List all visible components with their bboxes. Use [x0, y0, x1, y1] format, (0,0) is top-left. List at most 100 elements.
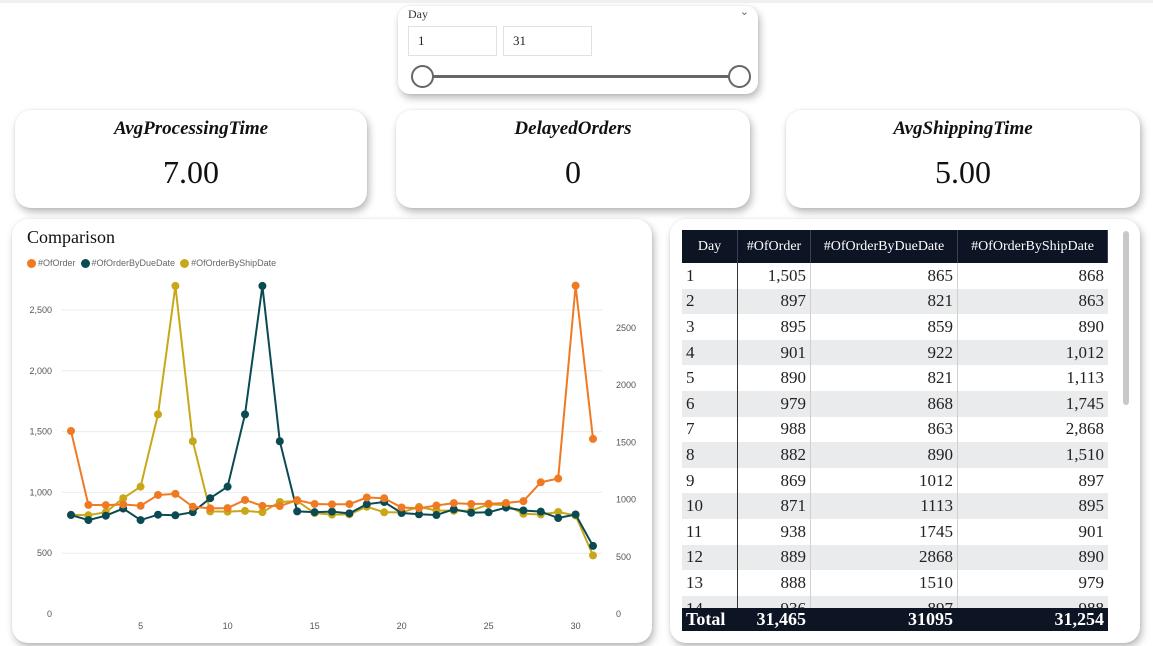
table-row[interactable]: 5 890 821 1,113	[682, 365, 1108, 391]
table-row[interactable]: 10 871 1113 895	[682, 493, 1108, 519]
chevron-down-icon[interactable]: ⌄	[740, 5, 749, 18]
table-row[interactable]: 1 1,505 865 868	[682, 263, 1108, 289]
table-body: 1 1,505 865 868 2 897 821 863 3 895 859 890 4 901 922 1…	[682, 263, 1108, 619]
table-cell: 821	[811, 365, 958, 391]
data-point	[136, 501, 145, 510]
data-point	[571, 281, 580, 290]
table-cell: 890	[1078, 547, 1105, 567]
table-cell: 821	[811, 288, 958, 315]
data-point	[467, 508, 476, 517]
comparison-line-chart[interactable]: 0 500 1,000 1,500 2,000 2,500 0 500 1000 1500 2000…	[12, 219, 652, 643]
day-slicer[interactable]: Day ⌄	[398, 5, 758, 94]
legend-marker-icon	[27, 258, 36, 268]
data-point	[328, 500, 336, 509]
y-right-tick-label: 500	[616, 552, 631, 562]
slider-max-handle[interactable]	[728, 65, 751, 88]
slicer-to-input[interactable]	[503, 26, 592, 56]
table-cell: 5	[682, 365, 738, 391]
y-left-tick-label: 1,000	[29, 487, 52, 497]
kpi-title: AvgProcessingTime	[113, 118, 269, 139]
table-row[interactable]: 4 901 922 1,012	[682, 339, 1108, 366]
data-point	[101, 501, 110, 510]
data-point	[154, 490, 162, 499]
table-row[interactable]: 2 897 821 863	[682, 288, 1108, 315]
kpi-value: 5.00	[935, 154, 991, 190]
data-point	[432, 501, 441, 510]
x-tick-label: 15	[310, 621, 320, 631]
x-tick-label: 5	[138, 621, 143, 631]
data-point	[154, 410, 162, 419]
table-scrollbar[interactable]	[1123, 231, 1129, 405]
table-cell: 865	[811, 263, 958, 289]
table-row[interactable]: 9 869 1012 897	[682, 467, 1108, 494]
y-right-tick-label: 0	[616, 609, 621, 619]
table-cell: 11	[682, 518, 738, 545]
table-cell: 890	[811, 442, 958, 468]
data-point	[241, 506, 249, 515]
column-header[interactable]: #OfOrderByDueDate	[811, 230, 958, 263]
column-header[interactable]: #OfOrder	[738, 230, 811, 263]
data-point	[136, 516, 145, 525]
data-point	[206, 494, 215, 503]
data-point	[310, 499, 319, 508]
column-header[interactable]: #OfOrderByShipDate	[958, 230, 1108, 263]
data-point	[589, 551, 597, 560]
comparison-chart-card: 0 500 1,000 1,500 2,000 2,500 0 500 1000 1500 2000…	[12, 219, 652, 643]
y-left-tick-label: 2,000	[29, 366, 52, 376]
table-row[interactable]: 8 882 890 1,510	[682, 442, 1108, 468]
total-cell: 31,465	[738, 608, 811, 631]
data-point	[571, 510, 580, 519]
data-point	[154, 510, 162, 519]
data-point	[589, 541, 597, 550]
legend-label: #OfOrder	[38, 258, 76, 268]
series-line	[70, 285, 594, 510]
y-right-tick-label: 1000	[616, 495, 636, 505]
table-row[interactable]: 7 988 863 2,868	[682, 416, 1108, 443]
orders-table: Day #OfOrder #OfOrderByDueDate #OfOrderB…	[682, 230, 1108, 619]
x-tick-label: 25	[484, 621, 494, 631]
table-header: Day #OfOrder #OfOrderByDueDate #OfOrderB…	[682, 230, 1108, 263]
y-right-tick-label: 1500	[616, 437, 636, 447]
top-divider	[0, 0, 1153, 3]
data-point	[397, 503, 406, 512]
table-cell: 6	[682, 390, 738, 417]
table-cell: 868	[1078, 265, 1105, 285]
table-cell: 3	[682, 314, 738, 340]
data-point	[328, 507, 336, 516]
table-row[interactable]: 11 938 1745 901	[682, 518, 1108, 545]
table-row[interactable]: 3 895 859 890	[682, 314, 1108, 340]
table-row[interactable]: 6 979 868 1,745	[682, 390, 1108, 417]
data-point	[536, 507, 545, 516]
data-point	[84, 500, 93, 509]
table-cell: 988	[738, 416, 811, 443]
legend-item-order[interactable]: #OfOrder	[27, 258, 76, 268]
table-cell: 869	[738, 467, 811, 494]
table-cell: 13	[682, 570, 738, 596]
data-point	[258, 281, 267, 290]
table-row[interactable]: 13 888 1510 979	[682, 570, 1108, 596]
legend-label: #OfOrderByShipDate	[191, 258, 277, 268]
column-header[interactable]: Day	[682, 230, 738, 263]
slider-track[interactable]	[422, 75, 740, 78]
data-point	[136, 482, 145, 491]
table-cell: 4	[682, 339, 738, 366]
table-cell: 888	[738, 570, 811, 596]
table-cell: 938	[738, 518, 811, 545]
table-cell: 979	[1078, 572, 1105, 592]
total-label: Total	[682, 608, 738, 631]
kpi-value: 7.00	[163, 154, 219, 190]
table-cell: 9	[682, 467, 738, 494]
table-cell: 863	[1078, 291, 1105, 311]
slider-min-handle[interactable]	[411, 65, 434, 88]
table-cell: 868	[811, 390, 958, 417]
data-point	[519, 506, 528, 515]
data-point	[554, 474, 563, 483]
table-row[interactable]: 12 889 2868 890	[682, 544, 1108, 571]
slicer-from-input[interactable]	[408, 26, 497, 56]
data-point	[258, 501, 267, 510]
legend-item-ship[interactable]: #OfOrderByShipDate	[180, 258, 276, 268]
legend-item-due[interactable]: #OfOrderByDueDate	[80, 258, 175, 268]
table-total-row: Total 31,465 31095 31,254	[682, 608, 1108, 631]
table-cell: 1,510	[1065, 444, 1104, 464]
data-point	[345, 509, 354, 518]
